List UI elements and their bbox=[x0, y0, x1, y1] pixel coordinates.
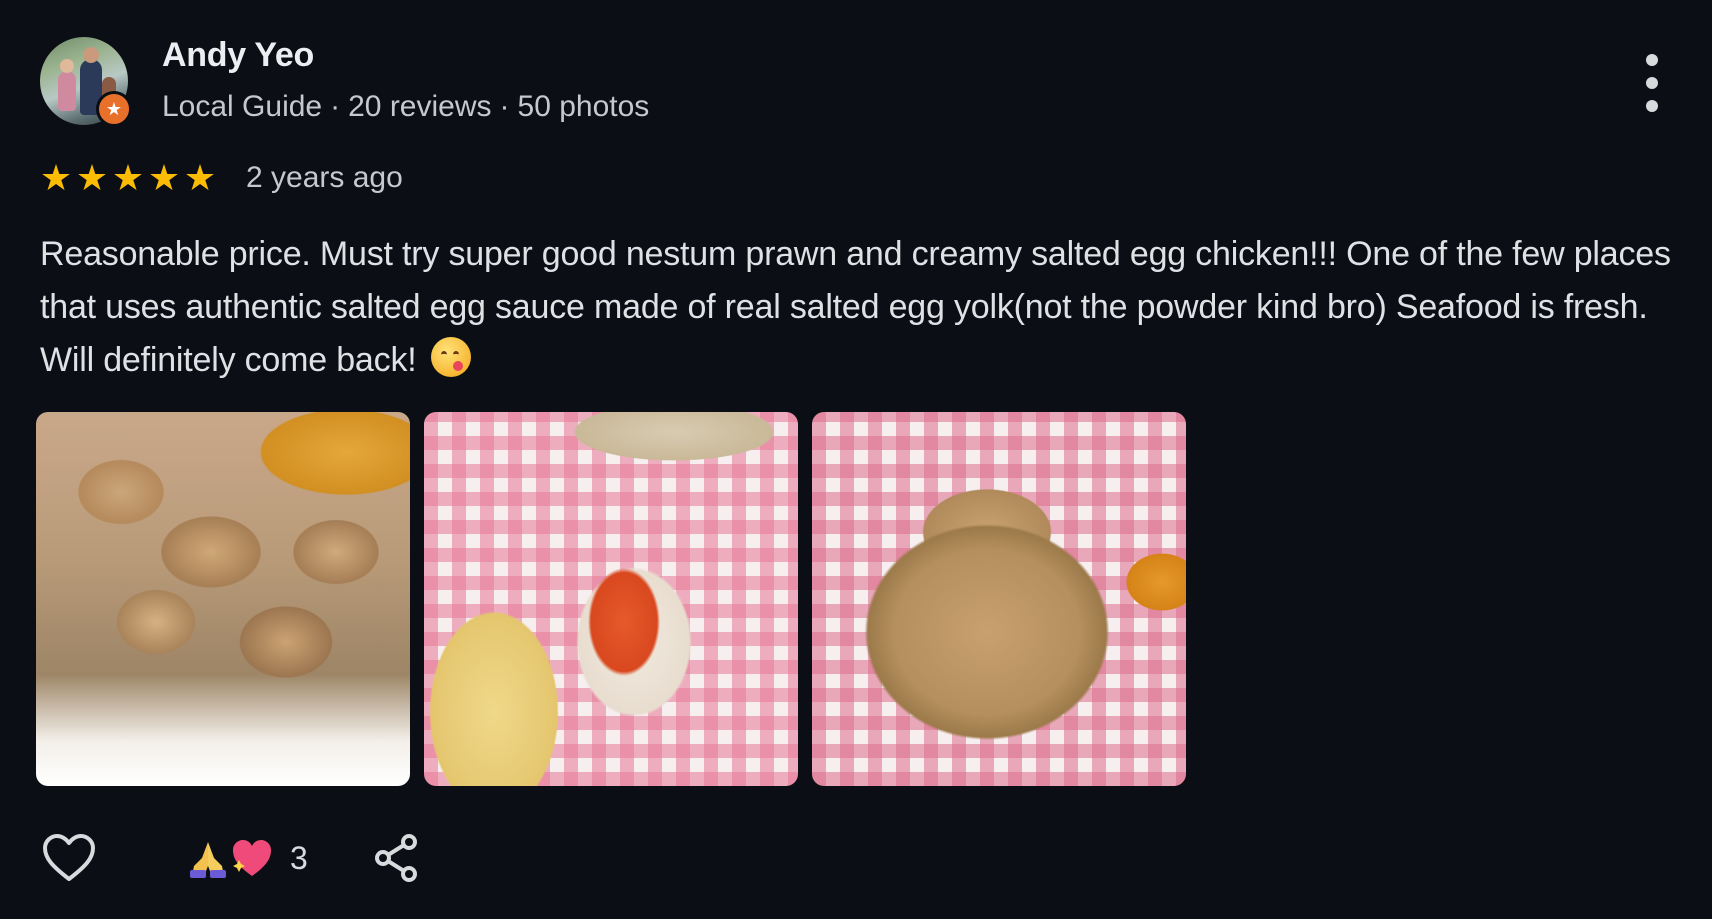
review-photo-3[interactable] bbox=[812, 412, 1186, 786]
share-button[interactable] bbox=[370, 832, 422, 884]
review-photo-1[interactable] bbox=[36, 412, 410, 786]
local-guide-label: Local Guide bbox=[162, 90, 323, 123]
reaction-count: 3 bbox=[290, 839, 308, 876]
meta-separator: · bbox=[330, 90, 341, 123]
review-text: Reasonable price. Must try super good ne… bbox=[40, 228, 1680, 387]
review-card: ★ Andy Yeo Local Guide · 20 reviews · 50 pho… bbox=[0, 0, 1712, 919]
meta-separator: · bbox=[499, 90, 510, 123]
star-icon: ★ bbox=[147, 157, 181, 198]
face-savoring-food-icon bbox=[430, 337, 471, 377]
reactions-summary[interactable]: 3 bbox=[186, 836, 308, 880]
star-icon: ★ bbox=[183, 157, 217, 198]
more-options-button[interactable] bbox=[1638, 54, 1666, 112]
review-body: Reasonable price. Must try super good ne… bbox=[40, 235, 1671, 379]
star-icon: ★ bbox=[75, 157, 109, 198]
review-photo-2[interactable] bbox=[424, 412, 798, 786]
star-icon: ★ bbox=[111, 157, 145, 198]
rating-row: ★ ★ ★ ★ ★ 2 years ago bbox=[38, 156, 403, 200]
review-count: 20 reviews bbox=[348, 90, 492, 123]
reviewer-meta[interactable]: Local Guide · 20 reviews · 50 photos bbox=[162, 90, 649, 124]
local-guide-star-icon: ★ bbox=[96, 91, 132, 127]
action-bar: 3 bbox=[40, 828, 422, 888]
reviewer-name[interactable]: Andy Yeo bbox=[162, 36, 314, 75]
heart-outline-icon bbox=[43, 834, 95, 881]
review-time: 2 years ago bbox=[246, 161, 403, 194]
like-button[interactable] bbox=[40, 829, 98, 887]
folded-hands-icon bbox=[186, 836, 230, 880]
photo-count: 50 photos bbox=[517, 90, 650, 123]
more-vert-icon bbox=[1646, 54, 1658, 66]
sparkling-heart-icon bbox=[230, 836, 274, 880]
share-icon bbox=[374, 834, 417, 882]
avatar[interactable]: ★ bbox=[40, 37, 132, 127]
star-icon: ★ bbox=[39, 157, 73, 198]
